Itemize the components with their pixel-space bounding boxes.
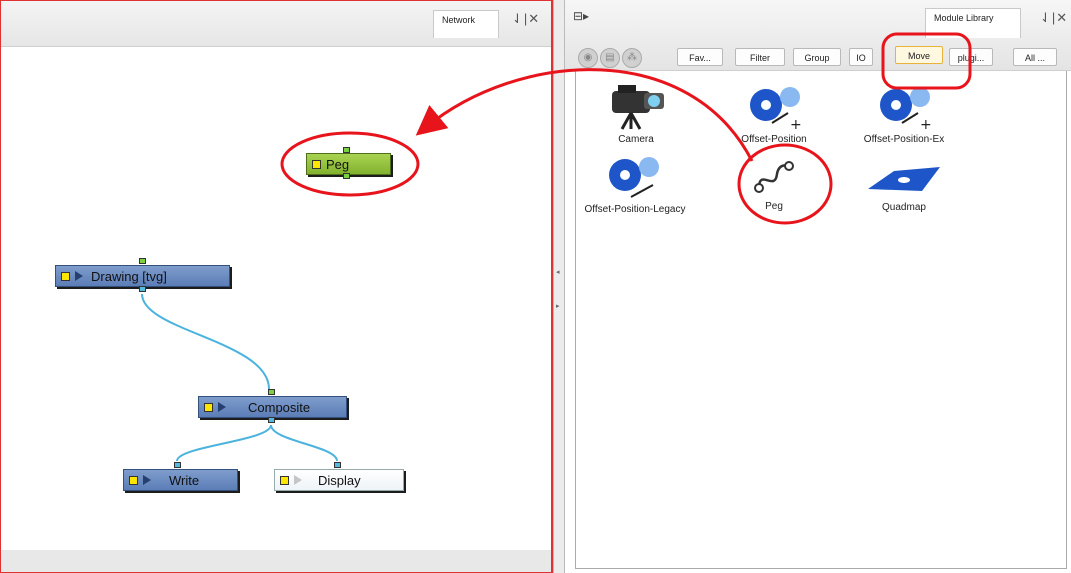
- svg-text:+: +: [920, 117, 932, 131]
- module-quadmap-label: Quadmap: [882, 202, 926, 213]
- composite-output-port[interactable]: [268, 417, 275, 423]
- offset-position-icon: +: [750, 87, 802, 131]
- tab-group[interactable]: Group: [793, 48, 841, 66]
- peg-node-square-icon: [312, 159, 321, 169]
- peg-node[interactable]: Peg: [306, 147, 391, 179]
- module-camera-label: Camera: [618, 134, 654, 145]
- offset-position-ex-icon: +: [880, 87, 932, 131]
- display-node-square-icon: [280, 475, 289, 485]
- tab-all[interactable]: All ...: [1013, 48, 1057, 66]
- write-node-label: Write: [169, 472, 200, 488]
- peg-icon: [754, 161, 794, 193]
- write-node-square-icon: [129, 475, 138, 485]
- module-offset-position-ex-label: Offset-Position-Ex: [863, 134, 945, 145]
- module-library-header: ⊟▸ Module Library ⇃|✕ ◉ ▤ ⁂ Fav... Filte…: [565, 0, 1071, 71]
- tab-move[interactable]: Move: [895, 46, 943, 64]
- drawing-output-port[interactable]: [139, 286, 146, 292]
- peg-output-port[interactable]: [343, 173, 350, 179]
- display-node-play-icon: [294, 475, 302, 485]
- composite-node-square-icon: [204, 402, 213, 412]
- drawing-node[interactable]: Drawing [tvg]: [55, 258, 230, 292]
- module-offset-position-legacy-label: Offset-Position-Legacy: [584, 204, 686, 215]
- collapse-left-icon[interactable]: ◂: [556, 268, 560, 276]
- module-quadmap[interactable]: Quadmap: [844, 163, 964, 214]
- drawing-node-play-icon: [75, 271, 83, 281]
- tab-plugins[interactable]: plugi...: [949, 48, 993, 66]
- module-peg-label: Peg: [765, 201, 783, 212]
- composite-input-port[interactable]: [268, 389, 275, 395]
- network-scrollbar[interactable]: [1, 550, 551, 572]
- module-offset-position-legacy[interactable]: Offset-Position-Legacy: [576, 153, 694, 216]
- tab-io[interactable]: IO: [849, 48, 873, 66]
- panel-menu-icon[interactable]: ⊟▸: [573, 9, 589, 23]
- composite-node[interactable]: Composite: [198, 389, 347, 423]
- write-input-port[interactable]: [174, 462, 181, 468]
- peg-input-port[interactable]: [343, 147, 350, 153]
- module-offset-position[interactable]: + Offset-Position: [714, 83, 834, 146]
- quadmap-icon: [868, 167, 940, 191]
- write-node[interactable]: Write: [123, 462, 238, 491]
- camera-icon: [612, 85, 664, 130]
- drawing-node-square-icon: [61, 271, 70, 281]
- tab-favorites[interactable]: Fav...: [677, 48, 723, 66]
- tab-filter[interactable]: Filter: [735, 48, 785, 66]
- display-node[interactable]: Display: [274, 462, 404, 491]
- drawing-node-label: Drawing [tvg]: [91, 268, 167, 284]
- display-node-label: Display: [318, 472, 361, 488]
- module-camera[interactable]: Camera: [576, 83, 696, 146]
- panel-splitter[interactable]: ◂ ▸: [553, 0, 565, 573]
- display-input-port[interactable]: [334, 462, 341, 468]
- composite-node-label: Composite: [248, 399, 311, 415]
- tab-module-library-label: Module Library: [934, 13, 994, 23]
- module-offset-position-ex[interactable]: + Offset-Position-Ex: [844, 83, 964, 146]
- composite-node-play-icon: [218, 402, 226, 412]
- network-panel: Network ⇃|✕ Peg Drawing [tvg] Composite …: [0, 0, 553, 573]
- offset-position-legacy-icon: [609, 157, 659, 198]
- drawing-input-port[interactable]: [139, 258, 146, 264]
- svg-text:+: +: [790, 117, 802, 131]
- module-library-panel: ⊟▸ Module Library ⇃|✕ ◉ ▤ ⁂ Fav... Filte…: [565, 0, 1071, 573]
- write-node-play-icon: [143, 475, 151, 485]
- list-view-icon[interactable]: ▤: [600, 48, 620, 68]
- tree-view-icon[interactable]: ⁂: [622, 48, 642, 68]
- pin-close-icon[interactable]: ⇃|✕: [1040, 10, 1068, 26]
- tab-module-library[interactable]: Module Library: [925, 8, 1021, 38]
- collapse-right-icon[interactable]: ▸: [556, 302, 560, 310]
- globe-view-icon[interactable]: ◉: [578, 48, 598, 68]
- module-offset-position-label: Offset-Position: [741, 134, 807, 145]
- module-peg[interactable]: Peg: [714, 158, 834, 213]
- peg-node-label: Peg: [326, 156, 350, 172]
